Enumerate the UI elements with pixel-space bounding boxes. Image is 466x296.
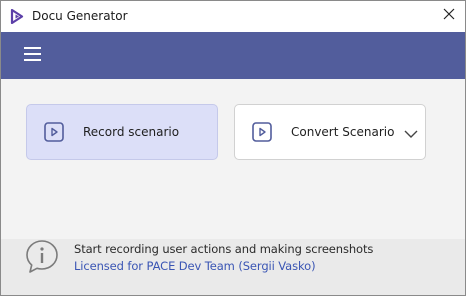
main-content: Record scenario Convert Scenario bbox=[1, 79, 465, 239]
app-window: Docu Generator Record scenario Convert S… bbox=[0, 0, 466, 296]
convert-scenario-button[interactable]: Convert Scenario bbox=[234, 104, 426, 160]
status-text: Start recording user actions and making … bbox=[74, 242, 374, 256]
close-icon bbox=[443, 7, 455, 25]
window-title: Docu Generator bbox=[32, 9, 128, 23]
hamburger-menu-icon[interactable] bbox=[24, 47, 42, 63]
status-footer: Start recording user actions and making … bbox=[1, 239, 465, 295]
license-link[interactable]: Licensed for PACE Dev Team (Sergii Vasko… bbox=[74, 259, 316, 273]
chevron-down-icon[interactable] bbox=[404, 126, 418, 138]
play-icon bbox=[44, 122, 64, 142]
close-button[interactable] bbox=[437, 5, 461, 27]
play-icon bbox=[252, 122, 272, 142]
info-icon bbox=[25, 239, 59, 275]
app-logo-icon bbox=[10, 8, 24, 25]
nav-bar bbox=[1, 32, 465, 79]
convert-scenario-label: Convert Scenario bbox=[291, 125, 395, 139]
record-scenario-label: Record scenario bbox=[83, 125, 180, 139]
title-bar: Docu Generator bbox=[1, 1, 465, 32]
record-scenario-button[interactable]: Record scenario bbox=[26, 104, 218, 160]
